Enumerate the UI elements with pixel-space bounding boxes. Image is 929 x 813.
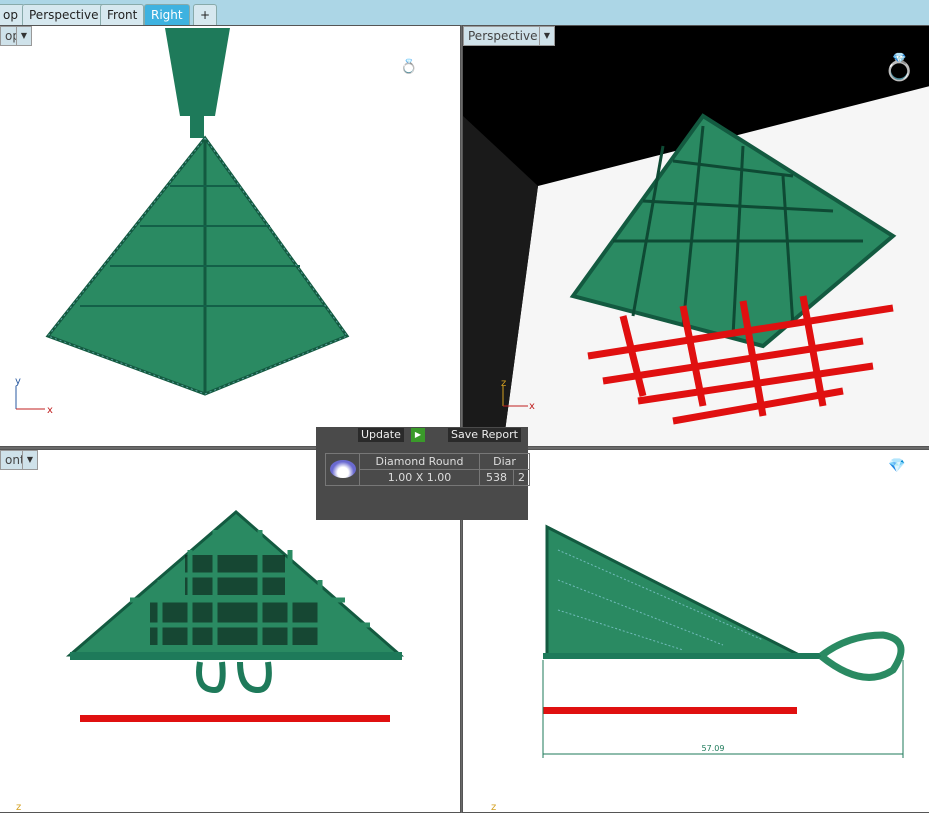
stone-value: 2 — [513, 469, 530, 486]
viewport-top[interactable]: 💍 y x op ▼ — [0, 25, 461, 447]
column-header: Diar — [479, 453, 530, 470]
viewport-right[interactable]: 57.09 💎 z — [462, 449, 929, 813]
axis-x: x — [529, 401, 535, 412]
diamond-icon — [329, 460, 356, 478]
stone-count: 538 — [479, 469, 514, 486]
tab-right[interactable]: Right — [144, 4, 190, 25]
chevron-down-icon[interactable]: ▼ — [22, 450, 38, 470]
update-button[interactable]: Update — [358, 428, 404, 442]
stone-name: Diamond Round — [359, 453, 480, 470]
axis-y: y — [15, 376, 21, 387]
viewport-perspective[interactable]: 💍 z x Perspective ▼ — [462, 25, 929, 447]
ring-icon: 💍 — [400, 58, 417, 75]
viewport-label-perspective[interactable]: Perspective — [463, 26, 543, 46]
save-report-button[interactable]: Save Report — [448, 428, 521, 442]
axis-z: z — [501, 378, 506, 389]
tab-bar: op Perspective Front Right + — [0, 0, 929, 25]
chevron-down-icon[interactable]: ▼ — [539, 26, 555, 46]
axis-x: x — [47, 405, 53, 416]
pendant-icon: 💎 — [888, 458, 905, 474]
stone-report-panel: Update ▶ Save Report Diamond Round 1.00 … — [316, 427, 530, 520]
stone-size: 1.00 X 1.00 — [359, 469, 480, 486]
tab-perspective[interactable]: Perspective — [22, 4, 106, 25]
ring-icon: 💍 — [883, 52, 915, 83]
play-icon[interactable]: ▶ — [411, 428, 425, 442]
dimension-label: 57.09 — [702, 744, 725, 753]
tab-front[interactable]: Front — [100, 4, 145, 25]
diamond-thumbnail — [325, 453, 360, 486]
chevron-down-icon[interactable]: ▼ — [16, 26, 32, 46]
add-tab-button[interactable]: + — [193, 4, 218, 25]
